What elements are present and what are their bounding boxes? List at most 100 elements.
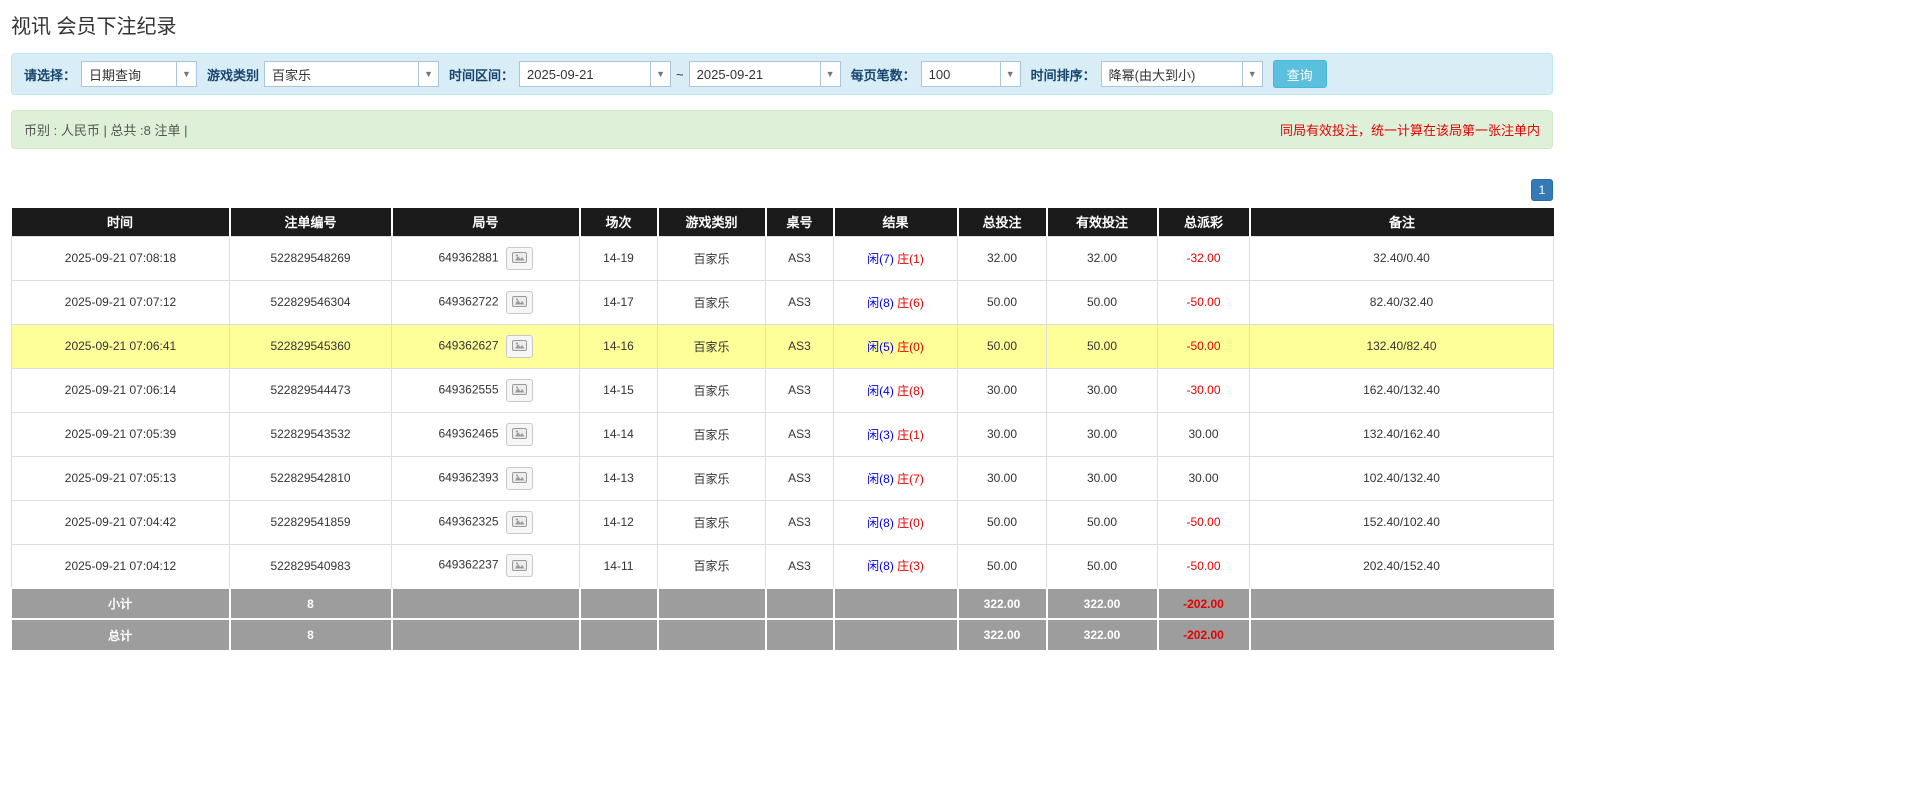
table-row: 2025-09-21 07:05:13 522829542810 6493623…	[11, 455, 1554, 501]
chevron-down-icon[interactable]: ▼	[418, 62, 439, 86]
filter-bar: 请选择： 日期查询 ▼ 游戏类别 百家乐 ▼ 时间区间： 2025-09-21 …	[11, 53, 1553, 95]
filter-label-date-range: 时间区间：	[449, 67, 515, 83]
subtotal-label: 小计	[11, 587, 231, 619]
cell-session: 14-11	[579, 543, 658, 589]
round-replay-button[interactable]	[505, 422, 533, 446]
cell-total-bet[interactable]: 50.00	[957, 499, 1047, 545]
total-count: 8	[229, 618, 393, 650]
cell-remark: 132.40/162.40	[1249, 411, 1554, 457]
result-banker: 庄(3)	[897, 559, 924, 574]
cell-valid-bet: 30.00	[1046, 411, 1158, 457]
table-row: 2025-09-21 07:06:14 522829544473 6493625…	[11, 367, 1554, 413]
date-to-select[interactable]: 2025-09-21 ▼	[688, 61, 841, 87]
result-player: 闲(8)	[867, 471, 894, 486]
search-button[interactable]: 查询	[1272, 60, 1327, 88]
cell-total-bet[interactable]: 30.00	[957, 455, 1047, 501]
round-replay-button[interactable]	[505, 510, 533, 534]
cell-result: 闲(8) 庄(0)	[833, 499, 958, 545]
cell-total-bet[interactable]: 50.00	[957, 279, 1047, 325]
table-row: 2025-09-21 07:04:12 522829540983 6493622…	[11, 543, 1554, 589]
result-player: 闲(7)	[867, 251, 894, 266]
cell-valid-bet: 50.00	[1046, 279, 1158, 325]
total-payout: -202.00	[1157, 618, 1251, 650]
cell-valid-bet: 30.00	[1046, 455, 1158, 501]
date-from-value: 2025-09-21	[527, 66, 594, 82]
replay-image-icon	[511, 516, 527, 527]
chevron-down-icon[interactable]: ▼	[819, 62, 840, 86]
page-title: 视讯 会员下注纪录	[11, 16, 177, 38]
cell-game-type: 百家乐	[657, 235, 766, 281]
result-player: 闲(5)	[867, 339, 894, 354]
cell-game-type: 百家乐	[657, 279, 766, 325]
cell-result: 闲(4) 庄(8)	[833, 367, 958, 413]
chevron-down-icon[interactable]: ▼	[176, 62, 197, 86]
cell-payout: -32.00	[1157, 235, 1250, 281]
cell-round-id: 649362881	[391, 235, 580, 281]
cell-payout: -50.00	[1157, 499, 1250, 545]
cell-result: 闲(8) 庄(6)	[833, 279, 958, 325]
round-replay-button[interactable]	[505, 378, 533, 402]
query-type-select[interactable]: 日期查询 ▼	[81, 61, 198, 87]
subtotal-total-bet: 322.00	[957, 587, 1048, 619]
chevron-down-icon[interactable]: ▼	[1241, 62, 1262, 86]
cell-remark: 32.40/0.40	[1249, 235, 1554, 281]
cell-payout: -30.00	[1157, 367, 1250, 413]
cell-total-bet[interactable]: 50.00	[957, 543, 1047, 589]
cell-table-no: AS3	[765, 411, 834, 457]
col-bet-id: 注单编号	[229, 208, 393, 236]
round-replay-button[interactable]	[505, 290, 533, 314]
result-banker: 庄(0)	[897, 515, 924, 530]
round-replay-button[interactable]	[505, 554, 533, 578]
cell-session: 14-13	[579, 455, 658, 501]
date-to-value: 2025-09-21	[696, 66, 764, 82]
cell-game-type: 百家乐	[657, 367, 766, 413]
cell-total-bet[interactable]: 30.00	[957, 411, 1047, 457]
filter-label-sort: 时间排序：	[1030, 67, 1096, 83]
round-replay-button[interactable]	[505, 246, 533, 270]
sort-order-select[interactable]: 降幂(由大到小) ▼	[1100, 61, 1263, 87]
cell-total-bet[interactable]: 30.00	[957, 367, 1047, 413]
cell-session: 14-15	[579, 367, 658, 413]
round-id-text: 649362237	[438, 557, 499, 572]
cell-game-type: 百家乐	[657, 499, 766, 545]
round-replay-button[interactable]	[505, 334, 533, 358]
cell-session: 14-12	[579, 499, 658, 545]
result-player: 闲(8)	[867, 559, 894, 574]
date-from-select[interactable]: 2025-09-21 ▼	[519, 61, 672, 87]
total-row: 总计 8 322.00 322.00 -202.00	[11, 618, 1554, 650]
cell-round-id: 649362393	[391, 455, 580, 501]
replay-image-icon	[511, 296, 527, 307]
col-remark: 备注	[1249, 208, 1554, 236]
cell-valid-bet: 50.00	[1046, 543, 1158, 589]
col-session: 场次	[579, 208, 659, 236]
cell-bet-id: 522829548269	[229, 235, 392, 281]
chevron-down-icon[interactable]: ▼	[999, 62, 1020, 86]
cell-round-id: 649362237	[391, 543, 580, 589]
pagination: 1	[11, 179, 1553, 201]
table-row: 2025-09-21 07:07:12 522829546304 6493627…	[11, 279, 1554, 325]
filter-label-query-type: 请选择：	[24, 67, 77, 83]
chevron-down-icon[interactable]: ▼	[650, 62, 671, 86]
round-id-text: 649362465	[438, 426, 499, 441]
game-type-select[interactable]: 百家乐 ▼	[264, 61, 440, 87]
cell-total-bet[interactable]: 50.00	[957, 323, 1047, 369]
cell-total-bet[interactable]: 32.00	[957, 235, 1047, 281]
cell-time: 2025-09-21 07:05:13	[11, 455, 230, 501]
page-1-button[interactable]: 1	[1531, 179, 1553, 201]
cell-round-id: 649362555	[391, 367, 580, 413]
cell-table-no: AS3	[765, 367, 834, 413]
subtotal-count: 8	[229, 587, 393, 619]
cell-result: 闲(3) 庄(1)	[833, 411, 958, 457]
page-size-select[interactable]: 100 ▼	[920, 61, 1021, 87]
result-banker: 庄(1)	[897, 427, 924, 442]
cell-time: 2025-09-21 07:06:14	[11, 367, 230, 413]
game-type-value: 百家乐	[272, 67, 312, 83]
cell-result: 闲(7) 庄(1)	[833, 235, 958, 281]
sort-order-value: 降幂(由大到小)	[1108, 67, 1196, 83]
replay-image-icon	[511, 559, 527, 571]
cell-session: 14-14	[579, 411, 658, 457]
result-banker: 庄(7)	[897, 471, 924, 486]
round-replay-button[interactable]	[505, 466, 533, 490]
cell-payout: -50.00	[1157, 323, 1250, 369]
table-row: 2025-09-21 07:04:42 522829541859 6493623…	[11, 499, 1554, 545]
